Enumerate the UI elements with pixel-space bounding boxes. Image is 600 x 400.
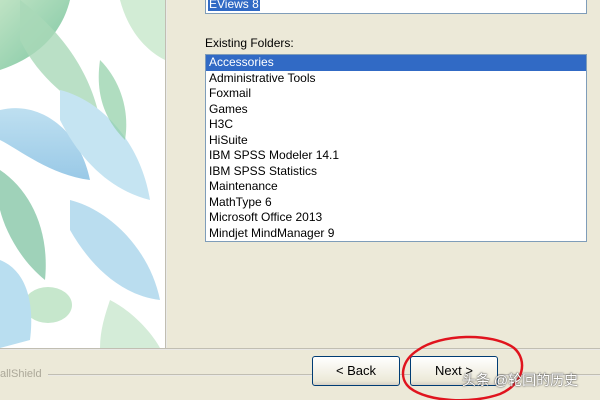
existing-folders-list[interactable]: Accessories Administrative Tools Foxmail…	[205, 54, 587, 242]
folder-item[interactable]: MathType 6	[206, 195, 586, 211]
folder-item[interactable]: Microsoft Office 2013	[206, 210, 586, 226]
folder-item[interactable]: HiSuite	[206, 133, 586, 149]
existing-folders-label: Existing Folders:	[205, 36, 294, 50]
folder-item[interactable]: Maintenance	[206, 179, 586, 195]
folder-item[interactable]: Accessories	[206, 55, 586, 71]
footer-separator	[0, 348, 600, 350]
folder-item[interactable]: IBM SPSS Modeler 14.1	[206, 148, 586, 164]
back-button[interactable]: < Back	[312, 356, 400, 386]
folder-item[interactable]: Administrative Tools	[206, 71, 586, 87]
folder-item[interactable]: Foxmail	[206, 86, 586, 102]
watermark-text: 头条 @轮回的历史	[462, 372, 579, 388]
wizard-side-graphic	[0, 0, 165, 348]
folder-item[interactable]: Games	[206, 102, 586, 118]
folder-item[interactable]: H3C	[206, 117, 586, 133]
program-folder-input[interactable]: EViews 8	[205, 0, 587, 14]
program-folder-value: EViews 8	[208, 0, 260, 11]
folder-item[interactable]: IBM SPSS Statistics	[206, 164, 586, 180]
leaf-artwork	[0, 0, 165, 348]
installshield-brand: allShield	[0, 368, 42, 380]
folder-item[interactable]: Mindjet MindManager 9	[206, 226, 586, 242]
